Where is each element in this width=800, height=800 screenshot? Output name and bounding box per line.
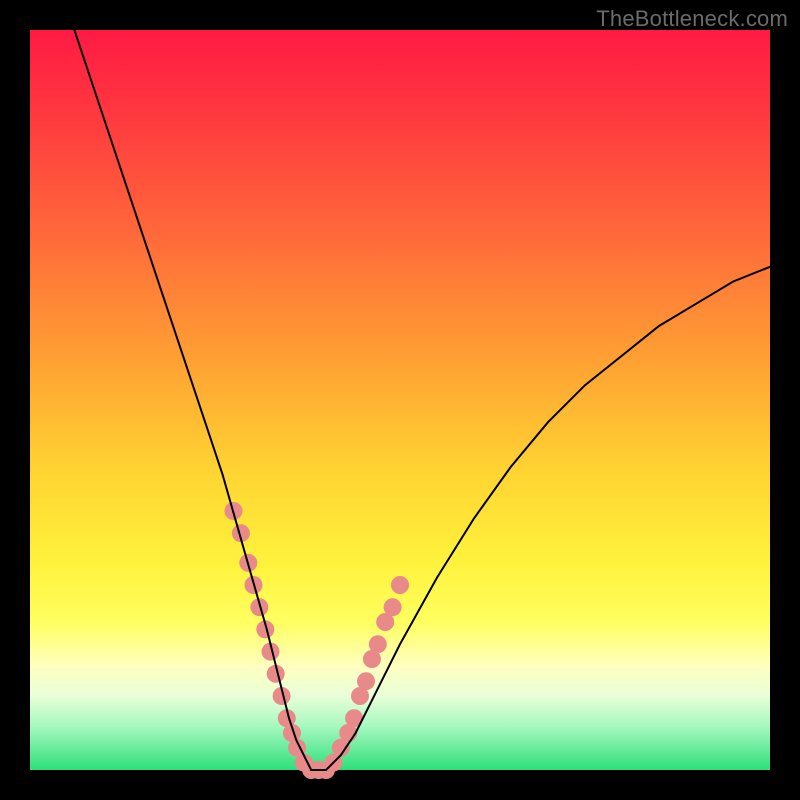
highlight-dot <box>357 672 375 690</box>
plot-area <box>30 30 770 770</box>
outer-frame: TheBottleneck.com <box>0 0 800 800</box>
highlight-dot <box>384 598 402 616</box>
highlight-dots-layer <box>225 502 410 779</box>
highlight-dot <box>369 635 387 653</box>
highlight-dot <box>391 576 409 594</box>
watermark-text: TheBottleneck.com <box>596 6 788 32</box>
bottleneck-curve <box>74 30 770 770</box>
curve-svg <box>30 30 770 770</box>
